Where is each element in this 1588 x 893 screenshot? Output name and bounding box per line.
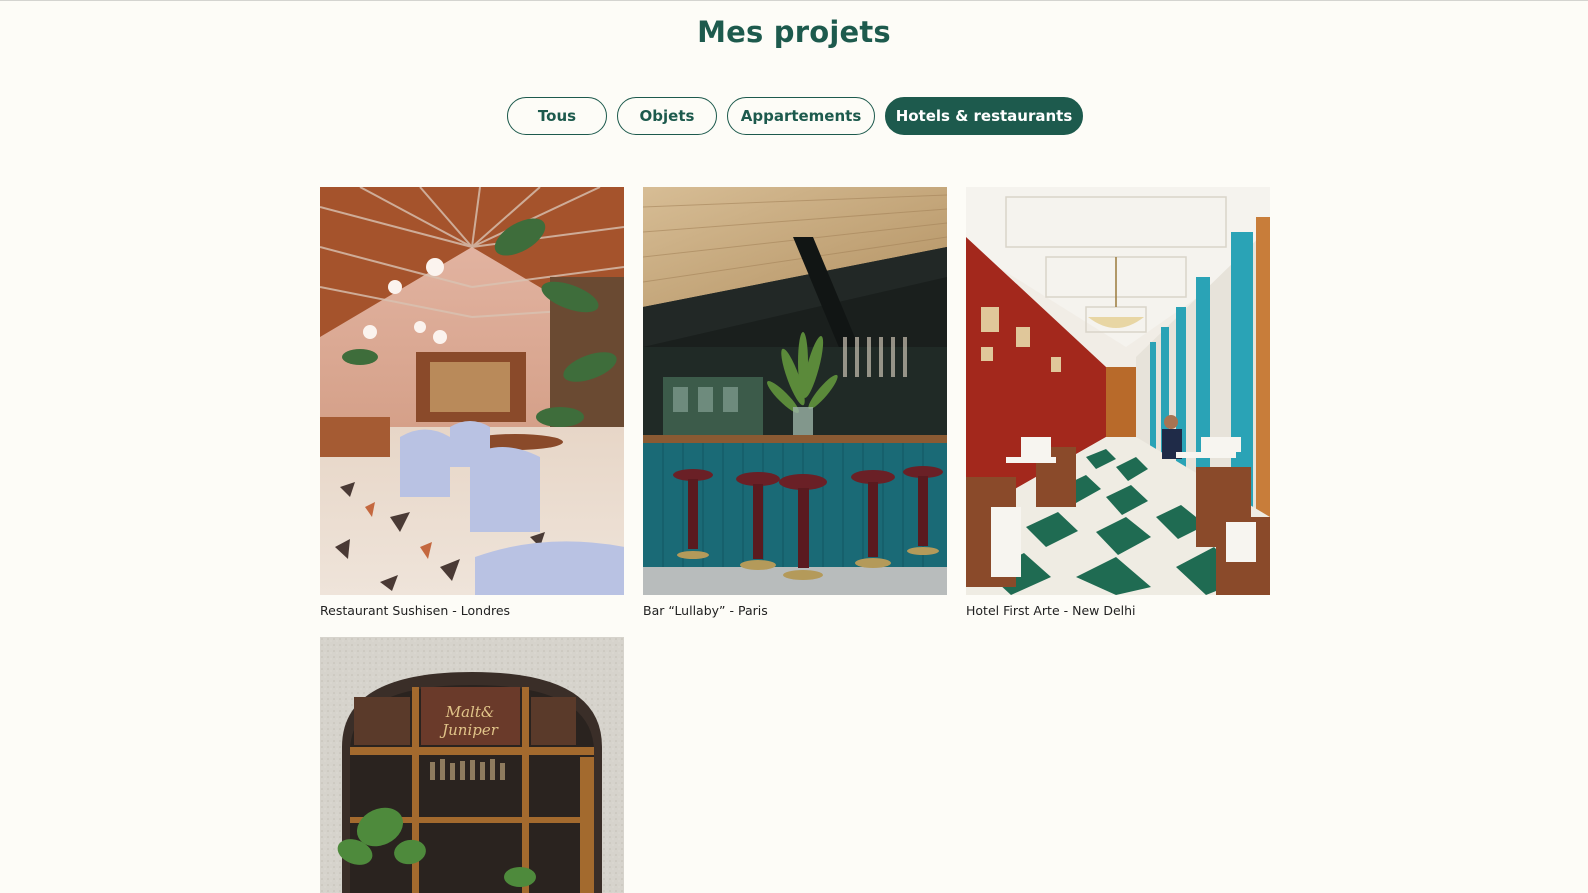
filter-tous[interactable]: Tous <box>507 97 607 135</box>
filter-objets[interactable]: Objets <box>617 97 717 135</box>
project-photo-sushisen[interactable] <box>320 187 624 595</box>
project-caption: Bar “Lullaby” - Paris <box>643 603 768 618</box>
svg-text:Malt&: Malt& <box>445 703 494 721</box>
svg-text:Juniper: Juniper <box>439 721 499 739</box>
project-card-first-arte[interactable]: Hotel First Arte - New Delhi <box>966 187 1270 619</box>
project-card-sushisen[interactable]: Restaurant Sushisen - Londres <box>320 187 624 619</box>
header-divider <box>0 0 1588 1</box>
project-caption: Hotel First Arte - New Delhi <box>966 603 1136 618</box>
project-card-malt-juniper[interactable]: Malt& Juniper <box>320 637 624 893</box>
filter-hotels-restaurants[interactable]: Hotels & restaurants <box>885 97 1083 135</box>
project-caption: Restaurant Sushisen - Londres <box>320 603 511 618</box>
project-photo-malt-juniper[interactable]: Malt& Juniper <box>320 637 624 893</box>
filter-appartements[interactable]: Appartements <box>727 97 875 135</box>
project-card-lullaby[interactable]: Bar “Lullaby” - Paris <box>643 187 947 619</box>
project-photo-first-arte[interactable] <box>966 187 1270 595</box>
project-photo-lullaby[interactable] <box>643 187 947 595</box>
page-title: Mes projets <box>697 15 891 49</box>
